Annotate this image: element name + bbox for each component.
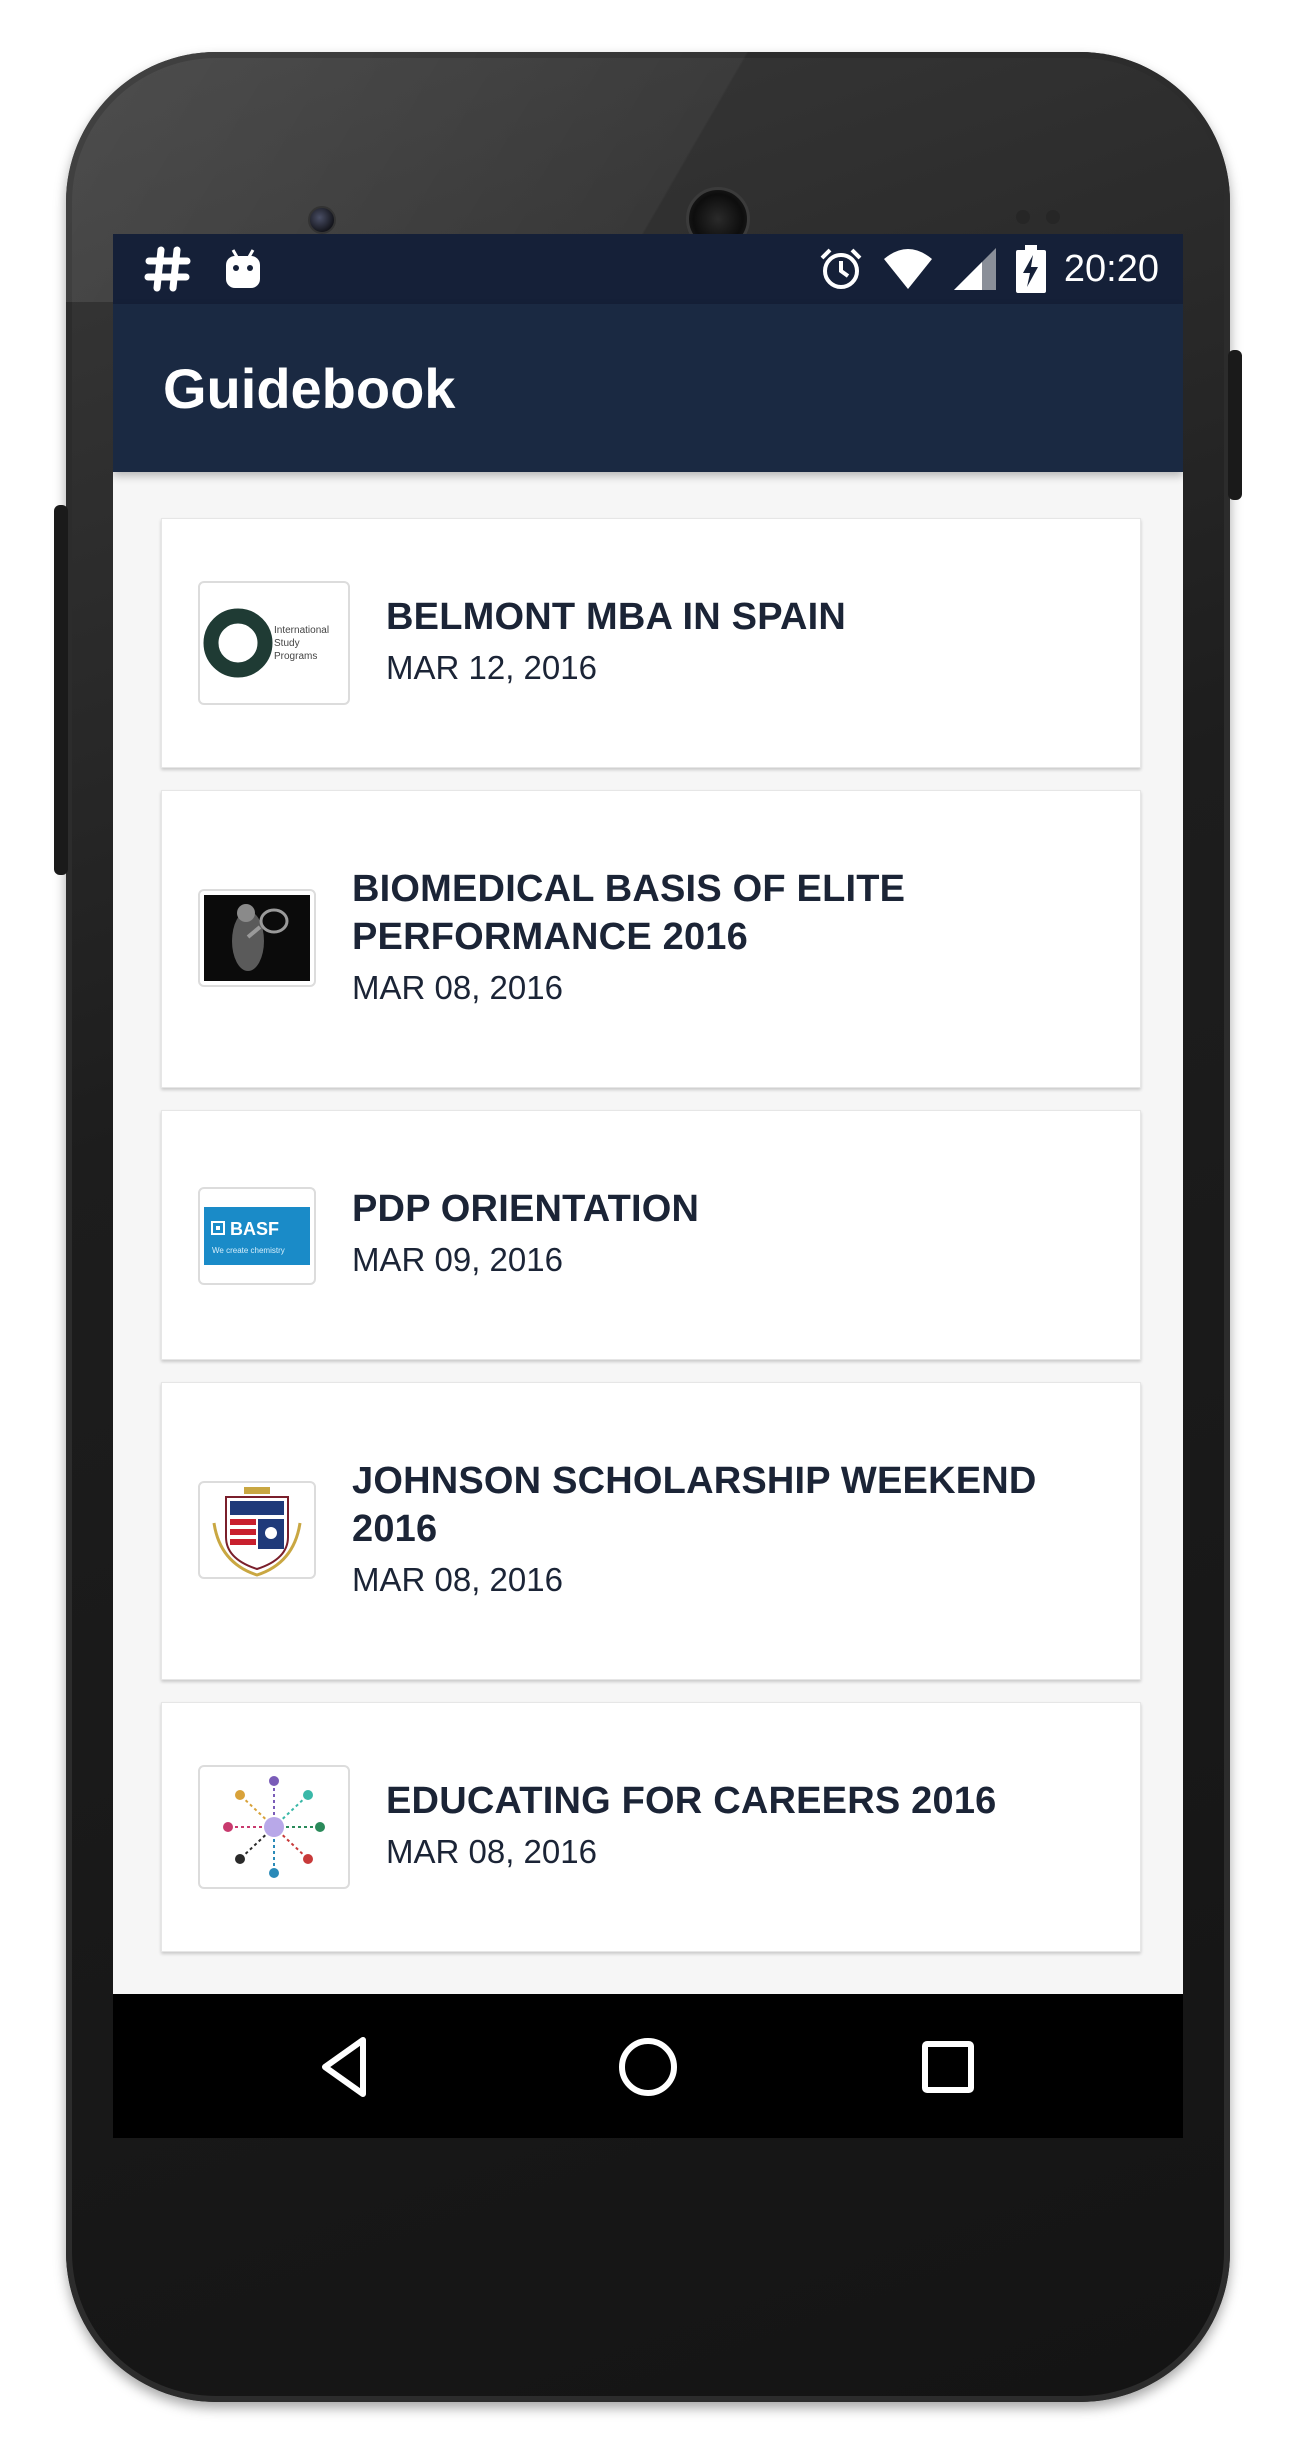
guide-title: JOHNSON SCHOLARSHIP WEEKEND 2016 bbox=[352, 1460, 1037, 1550]
guide-text: BELMONT MBA IN SPAIN MAR 12, 2016 bbox=[386, 593, 846, 691]
guide-thumbnail bbox=[198, 889, 316, 987]
guide-title: BELMONT MBA IN SPAIN bbox=[386, 596, 846, 638]
android-debug-icon bbox=[226, 249, 260, 288]
cell-signal-icon bbox=[953, 248, 996, 290]
guide-title: EDUCATING FOR CAREERS 2016 bbox=[386, 1780, 997, 1822]
basf-logo-tagline: We create chemistry bbox=[212, 1246, 285, 1255]
isp-logo-icon: International Study Programs bbox=[203, 608, 329, 678]
hashtag-icon bbox=[144, 246, 191, 292]
app-title: Guidebook bbox=[163, 357, 456, 420]
isp-logo-text-3: Programs bbox=[274, 651, 317, 662]
back-icon[interactable] bbox=[313, 2032, 383, 2102]
guide-title: PDP ORIENTATION bbox=[352, 1188, 700, 1230]
guide-card-belmont-mba[interactable]: International Study Programs BELMONT MBA… bbox=[161, 518, 1141, 768]
power-button bbox=[1228, 350, 1242, 500]
guide-text: PDP ORIENTATION MAR 09, 2016 bbox=[352, 1185, 699, 1283]
guide-date: MAR 12, 2016 bbox=[386, 649, 597, 686]
front-camera bbox=[308, 206, 336, 234]
proximity-sensor bbox=[1016, 210, 1030, 224]
guide-card-educating-careers[interactable]: EDUCATING FOR CAREERS 2016 MAR 08, 2016 bbox=[161, 1702, 1141, 1952]
guide-thumbnail bbox=[198, 1765, 350, 1889]
network-logo-icon bbox=[223, 1776, 325, 1878]
crest-logo-icon bbox=[212, 1487, 302, 1577]
guide-date: MAR 08, 2016 bbox=[352, 1561, 563, 1598]
isp-logo-text-2: Study bbox=[274, 638, 300, 649]
home-icon[interactable] bbox=[613, 2032, 683, 2102]
app-bar: Guidebook bbox=[113, 304, 1183, 472]
status-clock: 20:20 bbox=[1063, 248, 1159, 290]
volume-button bbox=[54, 505, 68, 875]
guide-title: BIOMEDICAL BASIS OF ELITE PERFORMANCE 20… bbox=[352, 868, 906, 958]
guide-thumbnail: BASF We create chemistry bbox=[198, 1187, 316, 1285]
guide-thumbnail bbox=[198, 1481, 316, 1579]
guide-date: MAR 09, 2016 bbox=[352, 1241, 563, 1278]
navigation-bar bbox=[113, 1994, 1183, 2138]
guide-text: JOHNSON SCHOLARSHIP WEEKEND 2016 MAR 08,… bbox=[352, 1457, 1072, 1603]
guide-card-johnson-scholarship[interactable]: JOHNSON SCHOLARSHIP WEEKEND 2016 MAR 08,… bbox=[161, 1382, 1141, 1680]
wifi-icon bbox=[883, 249, 932, 289]
status-bar: 20:20 bbox=[113, 234, 1183, 304]
recents-icon[interactable] bbox=[913, 2032, 983, 2102]
athlete-photo-icon bbox=[204, 895, 310, 981]
guide-text: BIOMEDICAL BASIS OF ELITE PERFORMANCE 20… bbox=[352, 865, 952, 1011]
status-right-icons: 20:20 bbox=[818, 242, 1159, 296]
light-sensor bbox=[1046, 210, 1060, 224]
basf-logo-icon: BASF We create chemistry bbox=[204, 1207, 310, 1265]
guide-card-biomedical[interactable]: BIOMEDICAL BASIS OF ELITE PERFORMANCE 20… bbox=[161, 790, 1141, 1088]
guide-card-pdp-orientation[interactable]: BASF We create chemistry PDP ORIENTATION… bbox=[161, 1110, 1141, 1360]
guide-text: EDUCATING FOR CAREERS 2016 MAR 08, 2016 bbox=[386, 1777, 997, 1875]
guide-date: MAR 08, 2016 bbox=[352, 969, 563, 1006]
basf-logo-name: BASF bbox=[230, 1219, 279, 1239]
alarm-icon bbox=[820, 248, 862, 289]
guide-date: MAR 08, 2016 bbox=[386, 1833, 597, 1870]
screen: 20:20 Guidebook International Study Prog… bbox=[113, 234, 1183, 2138]
isp-logo-text-1: International bbox=[274, 625, 329, 636]
battery-charging-icon bbox=[1015, 245, 1046, 293]
status-left-icons bbox=[143, 244, 265, 294]
guide-thumbnail: International Study Programs bbox=[198, 581, 350, 705]
